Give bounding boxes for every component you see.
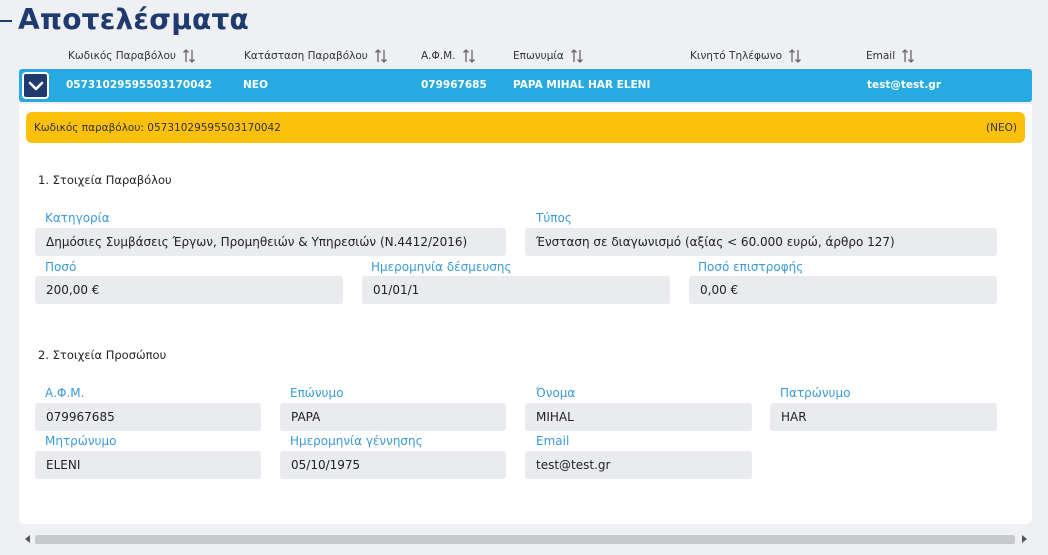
person-afm-label: Α.Φ.Μ. (45, 386, 85, 400)
sort-icon[interactable] (462, 48, 476, 64)
column-header-name[interactable]: Επωνυμία (513, 48, 584, 64)
column-label: Κινητό Τηλέφωνο (690, 50, 783, 62)
chevron-down-icon (28, 81, 43, 90)
sort-icon[interactable] (374, 48, 388, 64)
page-header: Αποτελέσματα (0, 0, 1048, 40)
dob-label: Ημερομηνία γέννησης (290, 434, 423, 448)
type-field: Ένσταση σε διαγωνισμό (αξίας < 60.000 ευ… (525, 228, 997, 256)
table-header: Κωδικός Παραβόλου Κατάσταση Παραβόλου Α.… (0, 44, 1048, 68)
column-label: Email (866, 50, 896, 62)
column-label: Α.Φ.Μ. (421, 50, 456, 62)
scroll-right-icon[interactable] (1019, 534, 1029, 544)
column-header-afm[interactable]: Α.Φ.Μ. (421, 48, 476, 64)
column-header-email[interactable]: Email (866, 48, 915, 64)
banner-status-text: (ΝΕΟ) (986, 122, 1017, 134)
cell-code: 05731029595503170042 (66, 79, 213, 91)
person-afm-field: 079967685 (35, 403, 261, 431)
email-field: test@test.gr (525, 451, 752, 479)
expand-toggle-button[interactable] (22, 72, 49, 99)
category-label: Κατηγορία (45, 211, 110, 225)
detail-panel: Κωδικός παραβόλου: 05731029595503170042 … (19, 104, 1032, 524)
amount-field: 200,00 € (35, 276, 343, 304)
column-label: Κατάσταση Παραβόλου (244, 50, 368, 62)
sort-icon[interactable] (570, 48, 584, 64)
code-banner: Κωδικός παραβόλου: 05731029595503170042 … (26, 112, 1025, 143)
firstname-label: Όνομα (536, 386, 576, 400)
scroll-left-icon[interactable] (23, 534, 33, 544)
table-row[interactable]: 05731029595503170042 ΝΕΟ 079967685 PAPA … (19, 69, 1032, 102)
dob-field: 05/10/1975 (280, 451, 506, 479)
column-header-mobile[interactable]: Κινητό Τηλέφωνο (690, 48, 802, 64)
sort-icon[interactable] (182, 48, 196, 64)
title-accent-line (0, 20, 12, 22)
column-label: Επωνυμία (513, 50, 564, 62)
page-title: Αποτελέσματα (18, 3, 249, 36)
amount-label: Ποσό (45, 260, 77, 274)
section-title-fee: 1. Στοιχεία Παραβόλου (38, 173, 172, 187)
sort-icon[interactable] (901, 48, 915, 64)
column-header-code[interactable]: Κωδικός Παραβόλου (68, 48, 196, 64)
banner-code-text: Κωδικός παραβόλου: 05731029595503170042 (34, 122, 281, 134)
email-label: Email (536, 434, 570, 448)
sort-icon[interactable] (788, 48, 802, 64)
cell-afm: 079967685 (421, 79, 487, 91)
cell-email: test@test.gr (867, 79, 942, 91)
column-header-status[interactable]: Κατάσταση Παραβόλου (244, 48, 388, 64)
refund-label: Ποσό επιστροφής (698, 260, 804, 274)
type-label: Τύπος (536, 211, 572, 225)
horizontal-scrollbar[interactable] (19, 531, 1032, 547)
refund-field: 0,00 € (689, 276, 997, 304)
cell-status: ΝΕΟ (243, 79, 268, 91)
commit-date-field: 01/01/1 (362, 276, 670, 304)
surname-field: PAPA (280, 403, 506, 431)
father-field: HAR (770, 403, 997, 431)
column-label: Κωδικός Παραβόλου (68, 50, 177, 62)
cell-name: PAPA MIHAL HAR ELENI (513, 79, 651, 91)
scrollbar-thumb[interactable] (35, 535, 1015, 544)
father-label: Πατρώνυμο (780, 386, 851, 400)
category-field: Δημόσιες Συμβάσεις Έργων, Προμηθειών & Υ… (35, 228, 506, 256)
surname-label: Επώνυμο (290, 386, 344, 400)
commit-date-label: Ημερομηνία δέσμευσης (371, 260, 512, 274)
mother-field: ELENI (35, 451, 261, 479)
firstname-field: MIHAL (525, 403, 752, 431)
section-title-person: 2. Στοιχεία Προσώπου (38, 348, 167, 362)
mother-label: Μητρώνυμο (45, 434, 117, 448)
